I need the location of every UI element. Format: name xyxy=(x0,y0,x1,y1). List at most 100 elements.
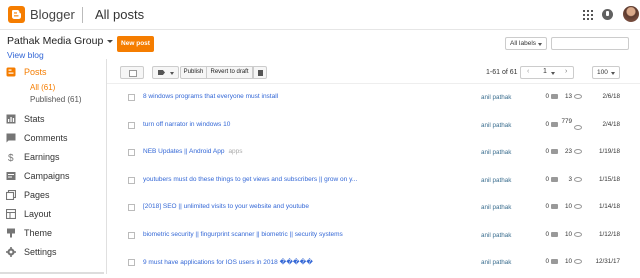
sidebar-item-comments[interactable]: Comments xyxy=(0,129,104,148)
sidebar-item-label: Pages xyxy=(24,190,50,200)
row-checkbox[interactable] xyxy=(128,149,135,156)
sidebar-item-campaigns[interactable]: Campaigns xyxy=(0,167,104,186)
sidebar-item-stats[interactable]: Stats xyxy=(0,110,104,129)
label-menu-button[interactable] xyxy=(152,66,179,79)
sidebar-item-posts[interactable]: Posts xyxy=(0,63,104,82)
sidebar-subitem-published[interactable]: Published (61) xyxy=(0,94,104,106)
post-author[interactable]: anil pathak xyxy=(481,259,511,266)
post-title[interactable]: youtubers must do these things to get vi… xyxy=(143,176,413,183)
post-title-text[interactable]: NEB Updates || Android App xyxy=(143,148,224,155)
revert-to-draft-button[interactable]: Revert to draft xyxy=(206,66,253,79)
sidebar-item-label: Layout xyxy=(24,209,52,219)
post-title-text[interactable]: youtubers must do these things to get vi… xyxy=(143,176,357,183)
blog-selector[interactable]: Pathak Media Group xyxy=(7,35,114,47)
post-title-text[interactable]: 9 must have applications for IOS users i… xyxy=(143,259,313,266)
posts-icon xyxy=(6,67,16,77)
post-author[interactable]: anil pathak xyxy=(481,177,511,184)
delete-button[interactable] xyxy=(253,66,267,79)
row-checkbox[interactable] xyxy=(128,231,135,239)
view-blog-link[interactable]: View blog xyxy=(7,50,44,60)
post-author[interactable]: anil pathak xyxy=(481,122,511,129)
publish-button[interactable]: Publish xyxy=(180,66,207,79)
page-number[interactable]: 1 xyxy=(543,68,547,75)
post-date: 1/19/18 xyxy=(598,148,620,155)
stats-icon xyxy=(6,114,16,124)
row-checkbox[interactable] xyxy=(128,121,135,129)
table-row[interactable]: youtubers must do these things to get vi… xyxy=(107,168,640,196)
earnings-icon: $ xyxy=(8,153,14,162)
posts-toolbar: Publish Revert to draft 1-61 of 61 ‹ 1 ›… xyxy=(107,59,640,84)
row-checkbox[interactable] xyxy=(128,94,135,101)
eye-icon xyxy=(574,94,582,99)
comment-count: 0 xyxy=(545,230,549,238)
row-checkbox[interactable] xyxy=(128,259,135,266)
per-page-value: 100 xyxy=(597,69,608,76)
post-author[interactable]: anil pathak xyxy=(481,94,511,101)
sidebar-item-label: Campaigns xyxy=(24,171,70,181)
row-checkbox[interactable] xyxy=(128,176,135,184)
post-date: 12/31/17 xyxy=(595,258,620,265)
blog-name: Pathak Media Group xyxy=(7,35,104,47)
post-title[interactable]: [2018] SEO || unlimited visits to your w… xyxy=(143,203,413,210)
trash-icon xyxy=(258,70,263,76)
row-checkbox[interactable] xyxy=(128,204,135,211)
search-input[interactable] xyxy=(551,37,629,50)
table-row[interactable]: 9 must have applications for IOS users i… xyxy=(107,250,640,278)
view-count: 779 xyxy=(561,117,572,125)
next-page-button[interactable]: › xyxy=(565,68,567,75)
sidebar-nav: Posts All (61) Published (61) Stats Comm… xyxy=(0,63,104,262)
avatar[interactable] xyxy=(623,6,639,22)
post-title-text[interactable]: biometric security || fingurprint scanne… xyxy=(143,231,343,238)
posts-list: 8 windows programs that everyone must in… xyxy=(107,85,640,278)
apps-grid-icon[interactable] xyxy=(583,10,593,20)
table-row[interactable]: NEB Updates || Android App apps anil path… xyxy=(107,140,640,168)
comment-icon xyxy=(551,259,558,264)
table-row[interactable]: turn off narrator in windows 10 anil pat… xyxy=(107,113,640,141)
sidebar-item-pages[interactable]: Pages xyxy=(0,186,104,205)
new-post-button[interactable]: New post xyxy=(117,36,154,52)
post-title[interactable]: NEB Updates || Android App apps xyxy=(143,148,413,155)
labels-filter-select[interactable]: All labels xyxy=(505,37,547,50)
post-author[interactable]: anil pathak xyxy=(481,149,511,156)
comment-icon xyxy=(551,94,558,99)
campaigns-icon xyxy=(6,172,16,180)
post-title[interactable]: turn off narrator in windows 10 xyxy=(143,121,413,128)
sidebar-item-settings[interactable]: Settings xyxy=(0,243,104,262)
settings-icon xyxy=(6,247,16,257)
sidebar-item-earnings[interactable]: $ Earnings xyxy=(0,148,104,167)
sidebar-item-label: Stats xyxy=(24,114,45,124)
post-author[interactable]: anil pathak xyxy=(481,204,511,211)
post-title[interactable]: biometric security || fingurprint scanne… xyxy=(143,231,413,238)
layout-icon xyxy=(6,209,16,219)
comment-count: 0 xyxy=(545,148,549,155)
app-name[interactable]: Blogger xyxy=(30,7,75,22)
post-label[interactable]: apps xyxy=(228,148,242,155)
sidebar-item-label: Theme xyxy=(24,228,53,238)
post-title[interactable]: 8 windows programs that everyone must in… xyxy=(143,93,413,100)
notifications-icon[interactable] xyxy=(602,9,613,20)
per-page-select[interactable]: 100 xyxy=(592,66,620,79)
sidebar-item-label: Posts xyxy=(24,67,47,77)
post-title-text[interactable]: [2018] SEO || unlimited visits to your w… xyxy=(143,203,309,210)
sidebar-item-theme[interactable]: Theme xyxy=(0,224,104,243)
comment-icon xyxy=(551,121,558,127)
view-count: 3 xyxy=(568,175,572,183)
post-date: 2/4/18 xyxy=(602,120,620,128)
sidebar-item-label: Comments xyxy=(24,133,68,143)
post-author[interactable]: anil pathak xyxy=(481,232,511,239)
prev-page-button[interactable]: ‹ xyxy=(527,68,529,75)
table-row[interactable]: 8 windows programs that everyone must in… xyxy=(107,85,640,113)
table-row[interactable]: biometric security || fingurprint scanne… xyxy=(107,223,640,251)
post-title-text[interactable]: 8 windows programs that everyone must in… xyxy=(143,93,278,100)
blogger-logo-icon[interactable] xyxy=(8,6,25,23)
sidebar-item-layout[interactable]: Layout xyxy=(0,205,104,224)
comment-icon xyxy=(551,149,558,154)
post-title-text[interactable]: turn off narrator in windows 10 xyxy=(143,121,230,128)
comment-count: 0 xyxy=(545,93,549,100)
table-row[interactable]: [2018] SEO || unlimited visits to your w… xyxy=(107,195,640,223)
post-title[interactable]: 9 must have applications for IOS users i… xyxy=(143,258,413,266)
sidebar-subitem-label: All (61) xyxy=(30,83,56,92)
pages-icon xyxy=(6,190,16,200)
select-all-checkbox[interactable] xyxy=(120,66,144,79)
sidebar-subitem-all[interactable]: All (61) xyxy=(0,82,104,94)
